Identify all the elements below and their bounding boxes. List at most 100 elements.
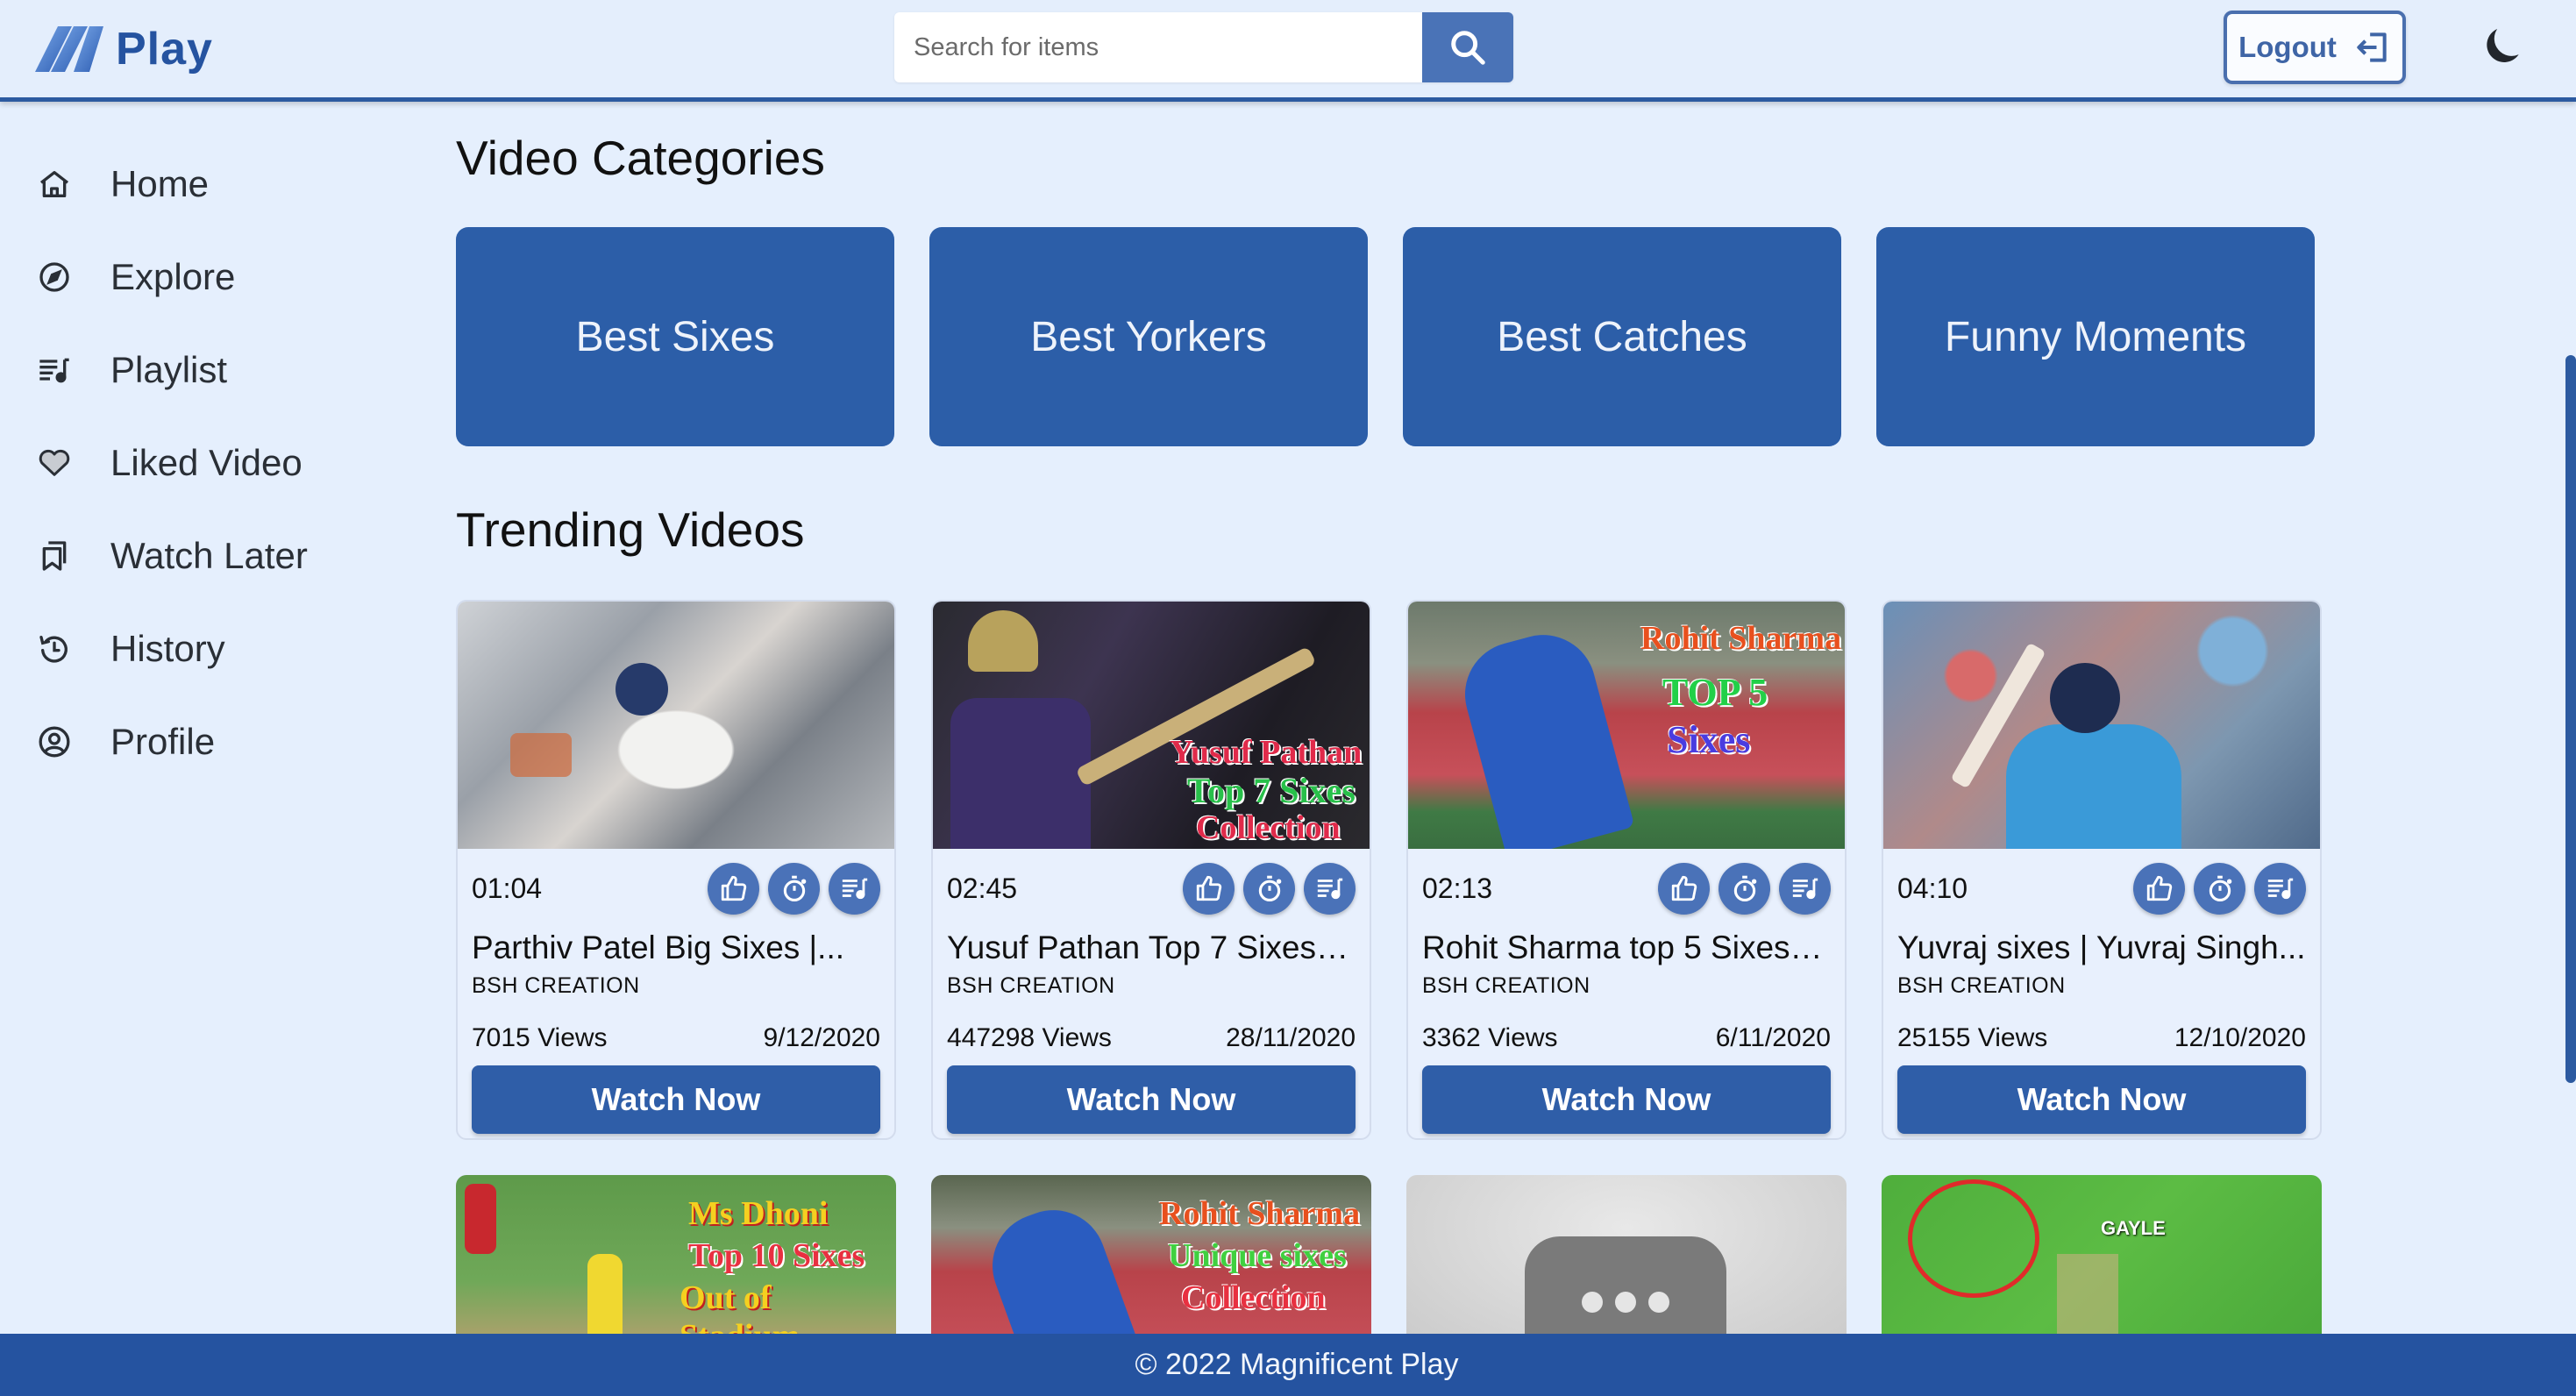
stopwatch-icon <box>1733 875 1756 902</box>
thumbnail-caption: GAYLE <box>2101 1217 2166 1239</box>
page-scrollbar[interactable] <box>2565 355 2576 1083</box>
footer: © 2022 Magnificent Play <box>0 1334 2576 1396</box>
profile-icon <box>35 723 74 761</box>
watch-later-button[interactable] <box>1719 862 1770 915</box>
search-bar <box>894 12 1513 82</box>
playlist-add-icon <box>842 878 867 900</box>
playlist-add-icon <box>2267 878 2293 900</box>
category-best-sixes[interactable]: Best Sixes <box>456 227 894 446</box>
video-title[interactable]: Rohit Sharma top 5 Sixes |... <box>1422 928 1831 968</box>
moon-icon <box>2487 29 2519 62</box>
video-thumbnail[interactable] <box>1883 602 2320 849</box>
like-button[interactable] <box>708 862 759 915</box>
category-best-yorkers[interactable]: Best Yorkers <box>929 227 1368 446</box>
like-button[interactable] <box>2133 862 2185 915</box>
video-duration: 02:45 <box>947 872 1018 904</box>
like-button[interactable] <box>1658 862 1710 915</box>
playlist-add-icon <box>1792 878 1818 900</box>
thumbnail-caption: Ms Dhoni <box>688 1195 829 1232</box>
thumbnail-caption: Rohit Sharma <box>1159 1195 1361 1232</box>
video-date: 9/12/2020 <box>763 1023 880 1052</box>
watch-later-button[interactable] <box>768 862 820 915</box>
watch-later-button[interactable] <box>1243 862 1295 915</box>
video-channel: BSH CREATION <box>1897 973 2066 998</box>
logo-text: Play <box>116 24 213 75</box>
logo-mark-icon <box>35 26 103 72</box>
video-title[interactable]: Parthiv Patel Big Sixes |... <box>472 928 880 968</box>
video-thumbnail[interactable]: Rohit Sharma Unique sixes Collection <box>931 1175 1371 1350</box>
category-best-catches[interactable]: Best Catches <box>1403 227 1841 446</box>
playlist-add-icon <box>1317 878 1342 900</box>
video-views: 3362 Views <box>1422 1023 1558 1052</box>
add-to-playlist-button[interactable] <box>829 862 880 915</box>
video-card: Yusuf Pathan Top 7 Sixes Collection 02:4… <box>931 600 1371 1140</box>
video-title[interactable]: Yuvraj sixes | Yuvraj Singh... <box>1897 928 2306 968</box>
video-categories-heading: Video Categories <box>456 131 825 185</box>
watch-now-button[interactable]: Watch Now <box>472 1065 880 1134</box>
thumbnail-caption: Sixes <box>1667 718 1751 761</box>
sidebar-item-watch-later[interactable]: Watch Later <box>35 521 386 591</box>
video-title[interactable]: Yusuf Pathan Top 7 Sixes |... <box>947 928 1356 968</box>
watch-later-button[interactable] <box>2194 862 2245 915</box>
sidebar-item-home[interactable]: Home <box>35 149 386 219</box>
trending-videos-heading: Trending Videos <box>456 502 805 557</box>
video-thumbnail[interactable]: Rohit Sharma TOP 5 Sixes <box>1408 602 1845 849</box>
like-button[interactable] <box>1183 862 1235 915</box>
search-button[interactable] <box>1422 12 1513 82</box>
video-duration: 04:10 <box>1897 872 1968 904</box>
logo[interactable]: Play <box>35 23 213 75</box>
add-to-playlist-button[interactable] <box>2254 862 2306 915</box>
bookmark-icon <box>35 537 74 575</box>
thumbnail-caption: Collection <box>1181 1279 1326 1316</box>
video-channel: BSH CREATION <box>947 973 1115 998</box>
like-icon <box>1671 875 1697 901</box>
dark-mode-toggle[interactable] <box>2478 23 2527 72</box>
like-icon <box>1196 875 1221 901</box>
logout-label: Logout <box>2238 31 2337 63</box>
search-icon <box>1451 31 1485 65</box>
sidebar-label: History <box>110 628 225 669</box>
like-icon <box>2146 875 2172 901</box>
search-input[interactable] <box>894 12 1422 82</box>
stopwatch-icon <box>2209 875 2231 902</box>
sidebar-label: Liked Video <box>110 442 302 483</box>
video-thumbnail[interactable] <box>458 602 894 849</box>
history-icon <box>35 630 74 668</box>
sidebar-item-playlist[interactable]: Playlist <box>35 335 386 405</box>
video-views: 25155 Views <box>1897 1023 2048 1052</box>
footer-copyright: © 2022 Magnificent Play <box>1135 1348 1459 1381</box>
video-date: 28/11/2020 <box>1226 1023 1356 1052</box>
video-thumbnail[interactable]: Yusuf Pathan Top 7 Sixes Collection <box>933 602 1370 849</box>
watch-now-button[interactable]: Watch Now <box>1422 1065 1831 1134</box>
stopwatch-icon <box>783 875 806 902</box>
video-views: 447298 Views <box>947 1023 1112 1052</box>
playlist-icon <box>35 351 74 389</box>
add-to-playlist-button[interactable] <box>1304 862 1356 915</box>
thumbnail-caption: Yusuf Pathan <box>1170 734 1363 771</box>
logout-button[interactable]: Logout <box>2224 11 2406 84</box>
like-icon <box>721 875 746 901</box>
video-thumbnail[interactable]: Ms Dhoni Top 10 Sixes Out of Stadium <box>456 1175 896 1350</box>
video-thumbnail-placeholder[interactable] <box>1406 1175 1847 1350</box>
category-funny-moments[interactable]: Funny Moments <box>1876 227 2315 446</box>
add-to-playlist-button[interactable] <box>1779 862 1831 915</box>
video-card: 04:10 Yuvraj sixes | Yuvraj Singh... BSH… <box>1882 600 2322 1140</box>
watch-now-button[interactable]: Watch Now <box>1897 1065 2306 1134</box>
stopwatch-icon <box>1258 875 1281 902</box>
sidebar-item-liked-video[interactable]: Liked Video <box>35 428 386 498</box>
top-navbar: Play Logout <box>0 0 2576 102</box>
video-card: Rohit Sharma TOP 5 Sixes 02:13 Rohit Sha… <box>1406 600 1847 1140</box>
video-thumbnail[interactable]: GAYLE <box>1882 1175 2322 1350</box>
compass-icon <box>35 258 74 296</box>
video-date: 12/10/2020 <box>2174 1023 2306 1052</box>
watch-now-button[interactable]: Watch Now <box>947 1065 1356 1134</box>
video-date: 6/11/2020 <box>1715 1023 1831 1052</box>
video-views: 7015 Views <box>472 1023 608 1052</box>
sidebar-item-history[interactable]: History <box>35 614 386 684</box>
sidebar-item-explore[interactable]: Explore <box>35 242 386 312</box>
sidebar-item-profile[interactable]: Profile <box>35 707 386 777</box>
heart-icon <box>35 444 74 482</box>
video-channel: BSH CREATION <box>1422 973 1590 998</box>
sidebar-label: Playlist <box>110 349 228 390</box>
home-icon <box>35 165 74 203</box>
